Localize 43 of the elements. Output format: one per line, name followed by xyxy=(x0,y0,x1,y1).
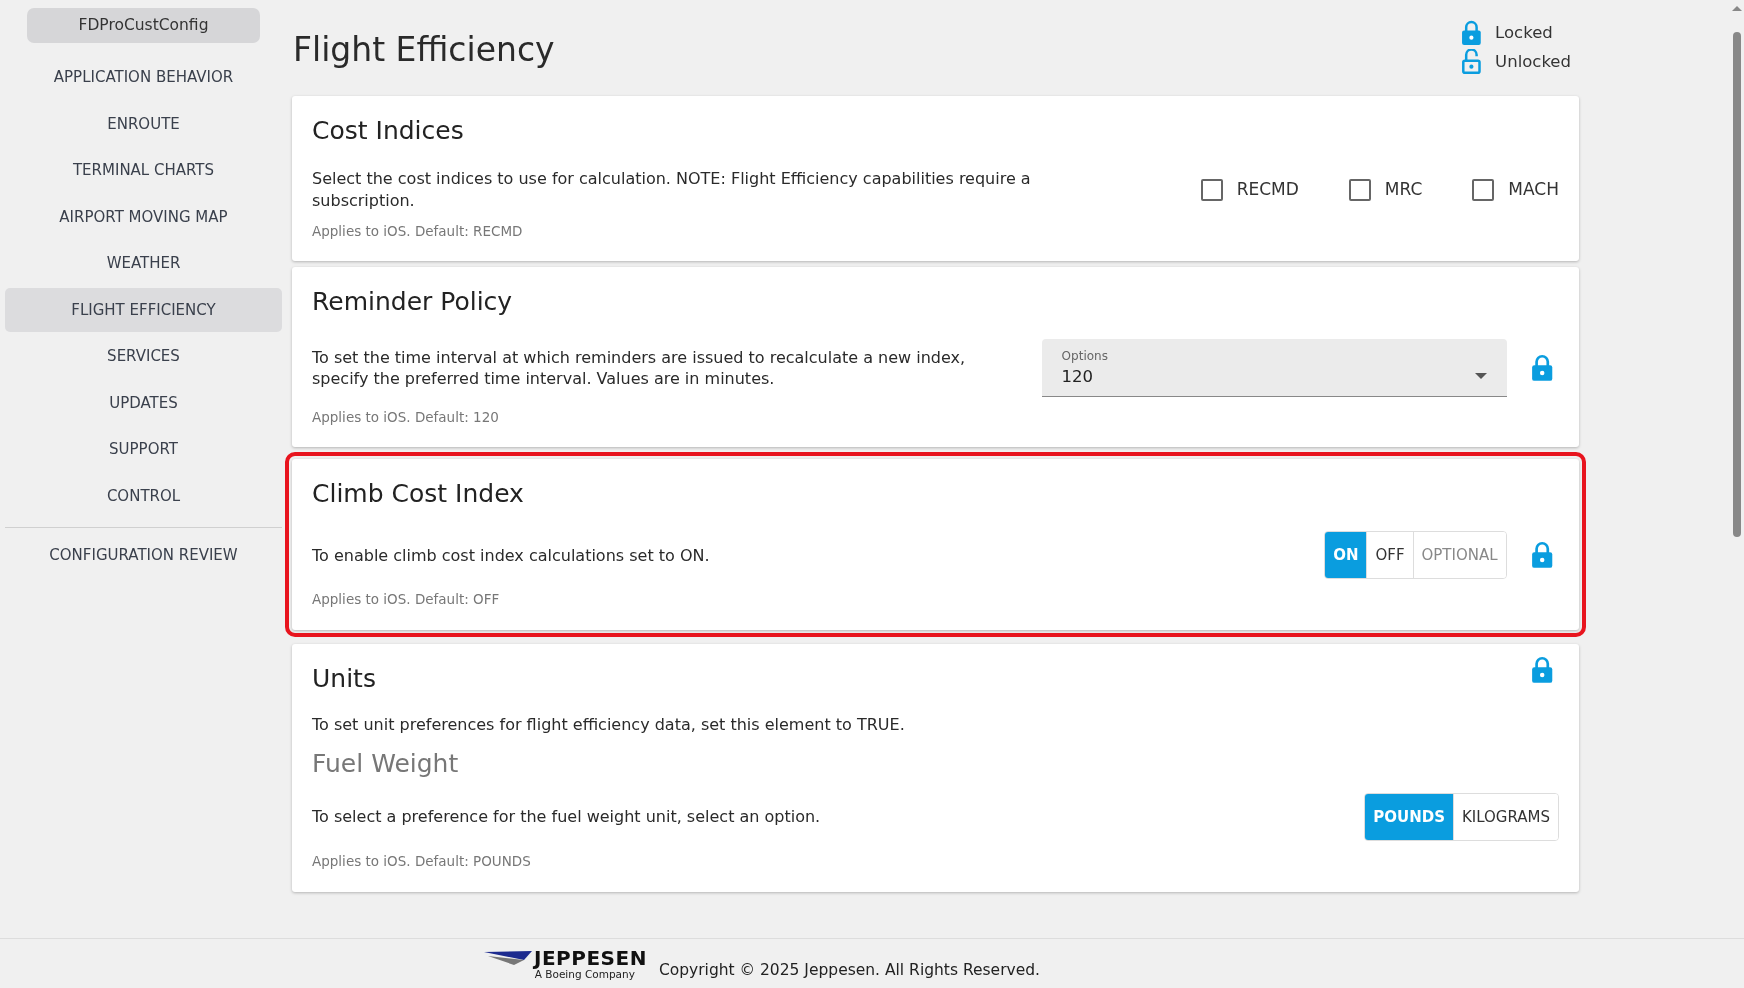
sidebar-item[interactable]: TERMINAL CHARTS xyxy=(5,148,282,193)
logo-tagline: A Boeing Company xyxy=(534,968,635,980)
swoosh-icon xyxy=(484,949,532,966)
section-note: Applies to iOS. Default: OFF xyxy=(312,590,501,610)
sidebar-item[interactable]: CONFIGURATION REVIEW xyxy=(5,533,282,578)
section-note: Applies to iOS. Default: RECMD xyxy=(312,222,524,242)
page-title: Flight Efficiency xyxy=(293,30,555,70)
checkbox-label: MRC xyxy=(1384,177,1423,201)
sidebar-item[interactable]: ENROUTE xyxy=(5,101,282,147)
sidebar-item[interactable]: SUPPORT xyxy=(5,427,282,472)
app-title-button[interactable]: FDProCustConfig xyxy=(27,8,260,44)
legend-label: Unlocked xyxy=(1495,50,1571,73)
checkbox[interactable] xyxy=(1472,178,1495,201)
sidebar-item[interactable]: FLIGHT EFFICIENCY xyxy=(5,287,282,333)
sidebar-item[interactable]: UPDATES xyxy=(5,380,282,426)
sidebar-item[interactable]: AIRPORT MOVING MAP xyxy=(5,194,282,240)
toggle-option[interactable]: KILOGRAMS xyxy=(1452,794,1558,841)
section-note: Applies to iOS. Default: 120 xyxy=(312,408,500,428)
copyright-text: Copyright © 2025 Jeppesen. All Rights Reserved. xyxy=(658,959,1040,981)
checkbox[interactable] xyxy=(1348,178,1371,201)
section-title: Cost Indices xyxy=(312,116,465,146)
sidebar-item[interactable]: WEATHER xyxy=(5,241,282,286)
sidebar-item[interactable]: APPLICATION BEHAVIOR xyxy=(5,55,282,100)
sidebar-item[interactable]: SERVICES xyxy=(5,334,282,379)
section-title: Climb Cost Index xyxy=(312,479,525,510)
section-note: Applies to iOS. Default: POUNDS xyxy=(312,852,532,872)
sidebar-item[interactable]: CONTROL xyxy=(5,473,282,519)
legend-label: Locked xyxy=(1495,21,1553,44)
logo-name: JEPPESEN xyxy=(534,947,647,968)
checkbox-label: MACH xyxy=(1508,177,1559,201)
section-title: Reminder Policy xyxy=(312,287,514,318)
dropdown-caret-icon xyxy=(1474,373,1487,381)
section-description: Select the cost indices to use for calculation. NOTE: Flight Efficiency capabilities require a subscription. xyxy=(312,168,1032,212)
section-title: Units xyxy=(312,663,377,694)
subsection-title: Fuel Weight xyxy=(312,749,460,780)
section-description: To set unit preferences for flight efficiency data, set this element to TRUE. xyxy=(312,713,906,736)
scroll-up-arrow-icon[interactable] xyxy=(1731,4,1743,12)
checkbox-label: RECMD xyxy=(1236,177,1299,201)
options-dropdown[interactable]: Options 120 xyxy=(1041,339,1507,398)
section-description: To enable climb cost index calculations set to ON. xyxy=(312,544,711,567)
section-description: To select a preference for the fuel weight unit, select an option. xyxy=(312,806,822,829)
section-description: To set the time interval at which reminders are issued to recalculate a new index, specify the preferred time interval. Values are in minutes. xyxy=(312,346,967,390)
checkbox[interactable] xyxy=(1200,178,1223,201)
